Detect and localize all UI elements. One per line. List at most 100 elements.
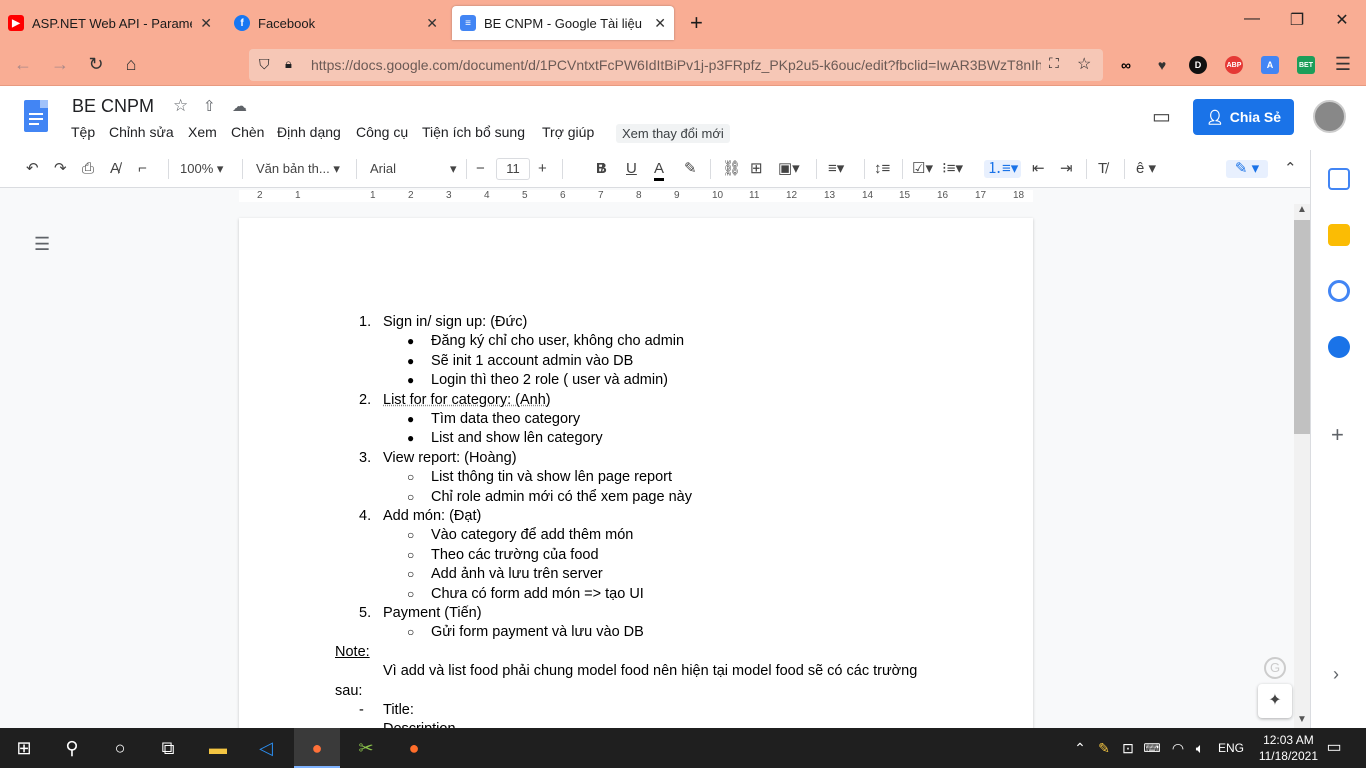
checklist-icon[interactable]: ☑▾ [912, 160, 933, 178]
tab-aspnet[interactable]: ▶ ASP.NET Web API - Parameter Bin ✕ [0, 6, 220, 40]
grammarly-icon[interactable]: G [1264, 657, 1286, 679]
input-tools-icon[interactable]: ê ▾ [1136, 160, 1156, 178]
tray-keyboard-icon[interactable]: ⌨ [1140, 736, 1164, 760]
menu-file[interactable]: Tệp [71, 124, 95, 140]
task-view-icon[interactable]: ⧉ [156, 736, 180, 760]
font-select[interactable]: Arial ▾ [370, 160, 460, 178]
tab-facebook[interactable]: f Facebook ✕ [226, 6, 446, 40]
undo-icon[interactable]: ↶ [26, 160, 39, 178]
hide-menus-icon[interactable]: ⌃ [1284, 160, 1297, 178]
cloud-status-icon[interactable]: ☁ [232, 97, 247, 115]
bet-ext-icon[interactable]: BET [1297, 56, 1315, 74]
close-tab-icon[interactable]: ✕ [426, 15, 438, 32]
tray-ime-icon[interactable]: ⊡ [1116, 736, 1140, 760]
close-tab-icon[interactable]: ✕ [654, 15, 666, 32]
editing-mode-icon[interactable]: ✎ ▾ [1226, 160, 1268, 178]
hamburger-menu-icon[interactable]: ☰ [1332, 55, 1354, 73]
vscode-icon[interactable]: ◁ [254, 736, 278, 760]
keep-icon[interactable] [1328, 224, 1350, 246]
file-explorer-icon[interactable]: ▬ [206, 736, 230, 760]
horizontal-ruler[interactable]: 2 1 1 2 3 4 5 6 7 8 9 10 11 12 13 14 15 16 17 18 [0, 188, 1310, 204]
minimize-icon[interactable]: — [1242, 10, 1262, 28]
home-icon[interactable]: ⌂ [120, 55, 142, 73]
adblock-icon[interactable]: ABP [1225, 56, 1243, 74]
expand-panel-icon[interactable]: › [1333, 664, 1339, 685]
outline-icon[interactable]: ☰ [34, 234, 50, 255]
translate-ext-icon[interactable]: A [1261, 56, 1279, 74]
new-tab-button[interactable]: + [682, 6, 712, 40]
explore-icon[interactable]: ✦ [1258, 684, 1292, 718]
spellcheck-icon[interactable]: A̸ [110, 160, 120, 178]
align-icon[interactable]: ≡▾ [828, 160, 844, 178]
cortana-icon[interactable]: ○ [108, 736, 132, 760]
shield-icon[interactable]: ⛉ [259, 56, 270, 73]
text-color-icon[interactable]: A [654, 160, 665, 181]
highlight-icon[interactable]: ✎ [684, 160, 697, 178]
url-bar[interactable]: ⛉ 🔒︎ https://docs.google.com/document/d/… [249, 49, 1103, 81]
tray-chevron-icon[interactable]: ⌃ [1068, 736, 1092, 760]
back-icon[interactable]: ← [12, 55, 34, 73]
underline-icon[interactable]: U [626, 160, 637, 178]
star-icon[interactable]: ☆ [173, 96, 188, 116]
tab-be-cnpm[interactable]: ≡ BE CNPM - Google Tài liệu ✕ [452, 6, 674, 40]
volume-icon[interactable]: 🔈︎ [1188, 736, 1212, 760]
scroll-down-icon[interactable]: ▼ [1297, 714, 1307, 725]
print-icon[interactable]: ⎙ [82, 160, 94, 178]
decrease-font-size-button[interactable]: − [476, 160, 485, 178]
restore-icon[interactable]: ❐ [1287, 10, 1307, 30]
close-window-icon[interactable]: ✕ [1332, 10, 1352, 30]
numbered-list-icon[interactable]: ⒈≡▾ [984, 160, 1022, 178]
search-icon[interactable]: ⚲ [60, 736, 84, 760]
pocket-icon[interactable]: ♥ [1153, 56, 1171, 74]
url-text[interactable]: https://docs.google.com/document/d/1PCVn… [311, 57, 1041, 73]
tray-app-icon[interactable]: ✎ [1092, 736, 1116, 760]
share-button[interactable]: 👤︎ Chia Sẻ [1193, 99, 1294, 135]
menu-view[interactable]: Xem [188, 124, 217, 140]
forward-icon[interactable]: → [49, 55, 71, 73]
comment-history-icon[interactable]: ▭ [1152, 104, 1171, 129]
menu-tools[interactable]: Công cụ [356, 124, 408, 140]
line-spacing-icon[interactable]: ↕≡ [874, 160, 890, 178]
system-clock[interactable]: 12:03 AM 11/18/2021 [1259, 732, 1318, 764]
close-tab-icon[interactable]: ✕ [200, 15, 212, 32]
font-size-input[interactable]: 11 [496, 158, 530, 180]
avatar[interactable] [1313, 100, 1346, 133]
zoom-select[interactable]: 100% ▾ [180, 160, 223, 178]
redo-icon[interactable]: ↷ [54, 160, 67, 178]
add-comment-icon[interactable]: ⊞ [750, 160, 763, 178]
notification-icon[interactable]: ▭ [1322, 736, 1346, 760]
decrease-indent-icon[interactable]: ⇤ [1032, 160, 1045, 178]
ext-d-icon[interactable]: D [1189, 56, 1207, 74]
add-addon-icon[interactable]: + [1331, 422, 1344, 448]
scrollbar-thumb[interactable] [1294, 220, 1310, 434]
italic-icon[interactable]: I [600, 160, 604, 178]
translate-icon[interactable]: ⛶ [1049, 55, 1059, 72]
scroll-up-icon[interactable]: ▲ [1297, 204, 1307, 215]
tasks-icon[interactable] [1328, 280, 1350, 302]
last-edit-link[interactable]: Xem thay đổi mới [616, 124, 730, 143]
bookmark-star-icon[interactable]: ☆ [1077, 54, 1091, 74]
docs-logo-icon[interactable] [24, 100, 48, 132]
firefox-taskbar-item[interactable]: ● [294, 728, 340, 768]
wifi-icon[interactable]: ◠ [1166, 736, 1190, 760]
lock-icon[interactable]: 🔒︎ [285, 56, 292, 72]
vertical-scrollbar[interactable]: ▲ ▼ [1294, 204, 1310, 728]
clear-formatting-icon[interactable]: T̸ [1098, 160, 1107, 178]
snipping-tool-icon[interactable]: ✂ [354, 736, 378, 760]
document-title[interactable]: BE CNPM [72, 96, 154, 117]
calendar-icon[interactable] [1328, 168, 1350, 190]
menu-help[interactable]: Trợ giúp [542, 124, 594, 140]
insert-image-icon[interactable]: ▣▾ [778, 160, 800, 178]
increase-font-size-button[interactable]: + [538, 160, 547, 178]
reload-icon[interactable]: ↻ [85, 55, 107, 73]
postman-icon[interactable]: ● [402, 736, 426, 760]
incognito-icon[interactable]: ∞ [1117, 56, 1135, 74]
windows-start-icon[interactable]: ⊞ [12, 736, 36, 760]
increase-indent-icon[interactable]: ⇥ [1060, 160, 1073, 178]
move-to-folder-icon[interactable]: ⇧ [203, 97, 216, 115]
paint-format-icon[interactable]: ⌐ [138, 160, 147, 178]
contacts-icon[interactable] [1328, 336, 1350, 358]
bulleted-list-icon[interactable]: ⁝≡▾ [942, 160, 963, 178]
menu-addons[interactable]: Tiện ích bổ sung [422, 124, 525, 140]
menu-edit[interactable]: Chỉnh sửa [109, 124, 174, 140]
